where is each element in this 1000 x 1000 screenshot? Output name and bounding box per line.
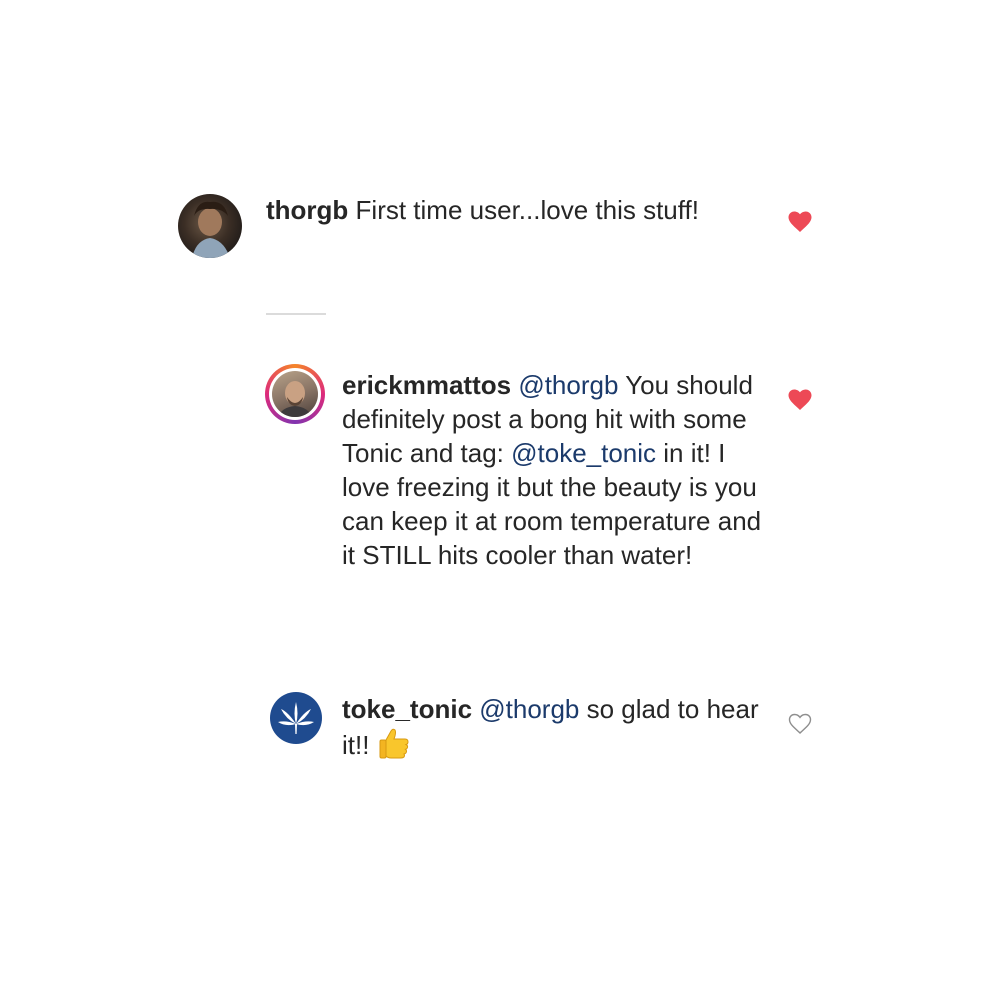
- cannabis-leaf-icon: [271, 693, 321, 743]
- avatar-toke-tonic[interactable]: [270, 692, 322, 744]
- avatar-erickmmattos[interactable]: [265, 364, 325, 424]
- avatar-thorgb-image: [192, 201, 230, 258]
- comment-thorgb: thorgb First time user...love this stuff…: [266, 193, 766, 227]
- thumbs-up-emoji: [377, 726, 411, 768]
- comment-text-thorgb: First time user...love this stuff!: [355, 195, 699, 225]
- username-toke-tonic[interactable]: toke_tonic: [342, 694, 472, 724]
- heart-outline-icon: [788, 713, 812, 734]
- mention-toke-tonic[interactable]: @toke_tonic: [511, 438, 656, 468]
- comment-toke-tonic: toke_tonic @thorgb so glad to hear it!!: [342, 692, 762, 768]
- heart-filled-icon: [788, 389, 812, 410]
- like-button-toke-tonic[interactable]: [788, 713, 812, 735]
- username-erickmmattos[interactable]: erickmmattos: [342, 370, 511, 400]
- comment-erickmmattos: erickmmattos @thorgb You should definite…: [342, 368, 762, 572]
- replies-divider[interactable]: [266, 313, 326, 315]
- username-thorgb[interactable]: thorgb: [266, 195, 348, 225]
- heart-filled-icon: [788, 211, 812, 232]
- avatar-thorgb[interactable]: [178, 194, 242, 258]
- avatar-erickmmattos-image: [278, 381, 312, 417]
- like-button-thorgb[interactable]: [788, 211, 812, 233]
- like-button-erickmmattos[interactable]: [788, 389, 812, 411]
- mention-thorgb-2[interactable]: @thorgb: [479, 694, 579, 724]
- mention-thorgb[interactable]: @thorgb: [518, 370, 618, 400]
